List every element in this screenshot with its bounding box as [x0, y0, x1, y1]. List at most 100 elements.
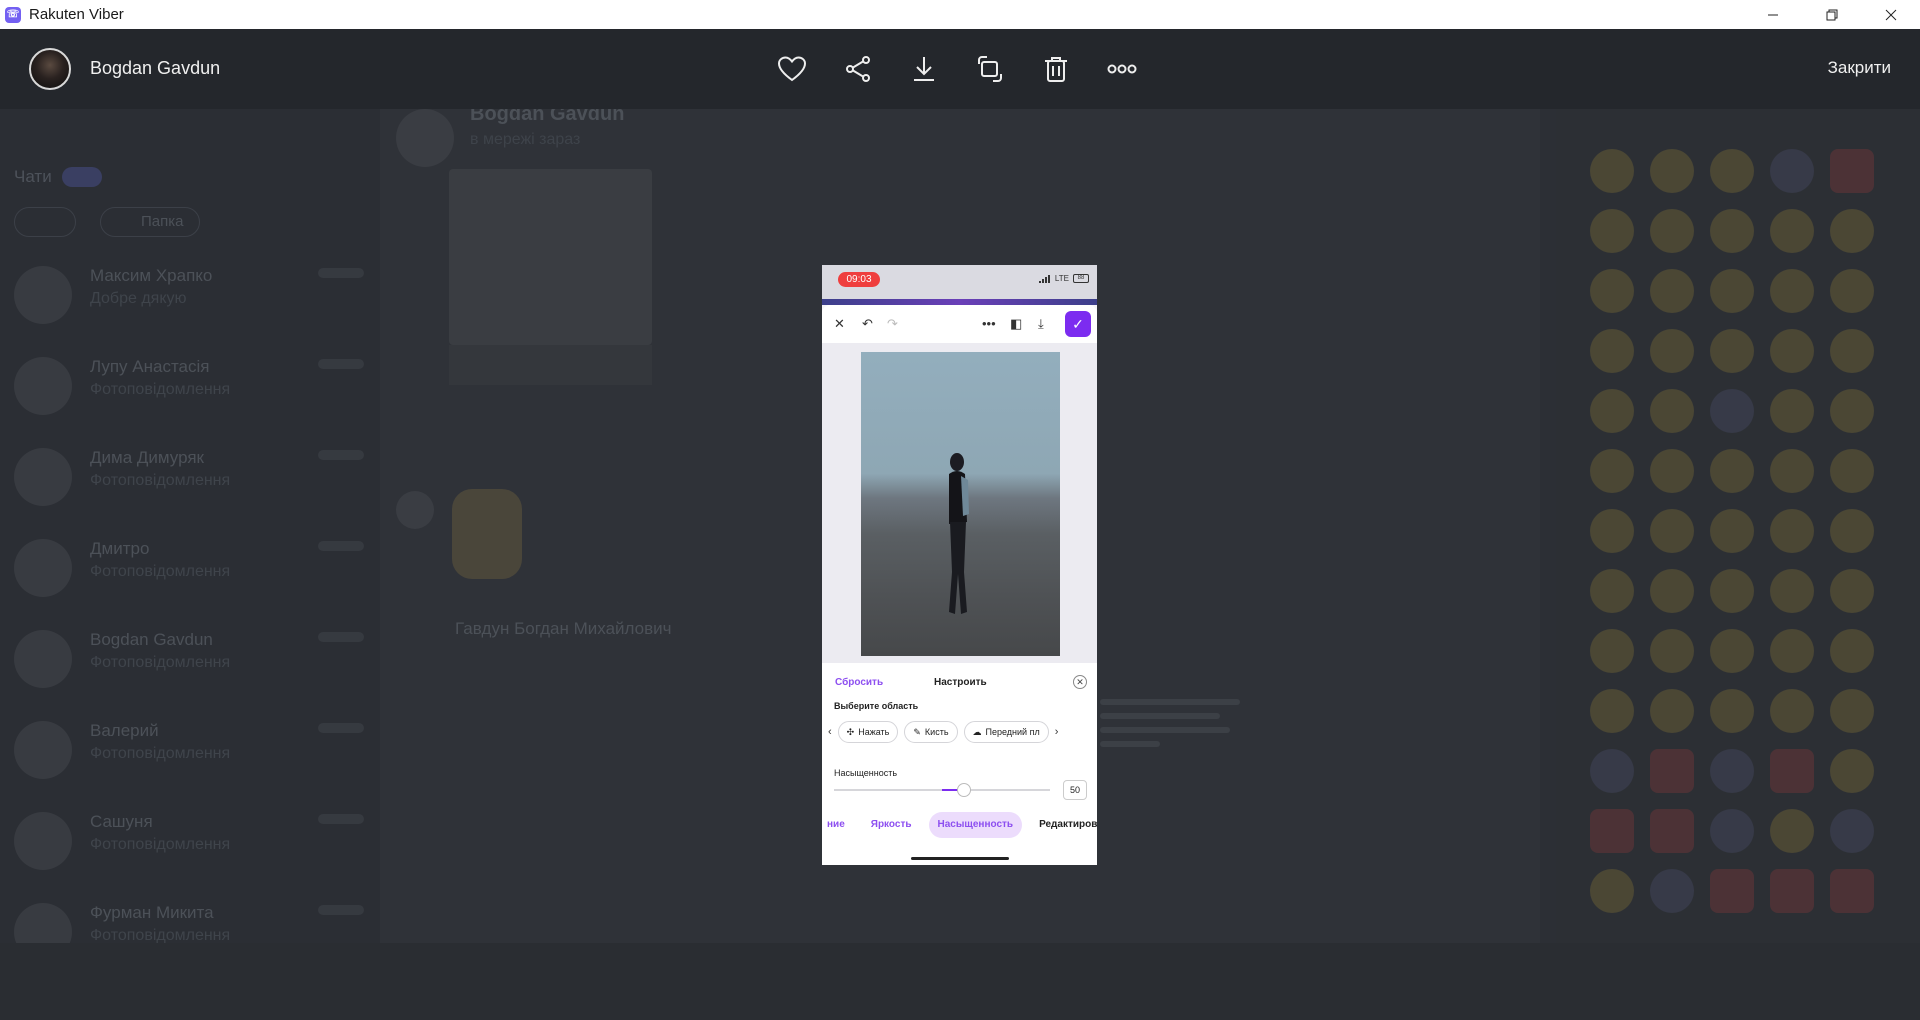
avatar[interactable] [29, 48, 71, 90]
signal-icon [1038, 274, 1050, 283]
unread-badge [62, 167, 102, 187]
network-type: LTE [1054, 274, 1069, 283]
chat-preview: Фотоповідомлення [90, 654, 231, 671]
chip: ☁ Передний пл [963, 721, 1049, 743]
chip: ✎ Кисть [904, 721, 958, 743]
more-button[interactable] [1103, 51, 1141, 87]
avatar [14, 266, 72, 324]
emoji [1830, 209, 1874, 253]
chat-time [318, 814, 364, 824]
tap-icon: ✣ [846, 727, 855, 737]
emoji [1710, 389, 1754, 433]
battery-icon: 88 [1073, 274, 1089, 283]
media-viewer-toolbar: Bogdan Gavdun Закрити [0, 29, 1920, 109]
emoji [1830, 449, 1874, 493]
chat-name: Сашуня [90, 812, 153, 831]
minimize-icon [1767, 14, 1778, 15]
avatar [14, 812, 72, 870]
chat-name: Дима Димуряк [90, 448, 204, 467]
redo-icon: ↷ [887, 316, 898, 331]
heart-emoji [1710, 869, 1754, 913]
chat-preview: Фотоповідомлення [90, 381, 231, 398]
delete-button[interactable] [1037, 51, 1075, 87]
emoji [1770, 449, 1814, 493]
rotate-icon [978, 56, 1002, 82]
heart-emoji [1650, 869, 1694, 913]
share-icon [846, 56, 870, 82]
emoji [1710, 749, 1754, 793]
chat-row: Сашуня Фотоповідомлення [14, 800, 364, 880]
chat-name: Лупу Анастасія [90, 357, 210, 376]
heart-emoji [1770, 809, 1814, 853]
chat-row: Дима Димуряк Фотоповідомлення [14, 436, 364, 516]
chevron-right-icon: › [1054, 726, 1059, 738]
chevron-left-icon: ‹ [828, 726, 832, 738]
emoji [1770, 149, 1814, 193]
rotate-button[interactable] [971, 51, 1009, 87]
chat-name: Валерий [90, 721, 159, 740]
viber-logo-icon: ☏ [5, 6, 21, 23]
chip-label: Кисть [924, 727, 949, 737]
download-button[interactable] [905, 51, 943, 87]
sender-name: Гавдун Богдан Михайлович [455, 619, 672, 638]
viewer-actions [773, 51, 1141, 87]
close-viewer-button[interactable]: Закрити [1828, 58, 1891, 78]
chat-time [318, 723, 364, 733]
like-button[interactable] [773, 51, 811, 87]
window-controls [1743, 0, 1920, 29]
reset-label: Сбросить [835, 677, 884, 688]
chat-list-panel: Чати Папка Максим Храпко Добре дякую Лупу… [0, 109, 380, 943]
emoji [1770, 329, 1814, 373]
avatar [14, 357, 72, 415]
emoji [1710, 149, 1754, 193]
thumbs-up-sticker [452, 489, 522, 579]
tab-brightness: Яркость [870, 819, 912, 830]
emoji [1830, 329, 1874, 373]
emoji [1770, 269, 1814, 313]
emoji [1710, 449, 1754, 493]
emoji [1770, 749, 1814, 793]
restore-button[interactable] [1802, 0, 1861, 29]
emoji [1770, 389, 1814, 433]
chat-row: Дмитро Фотоповідомлення [14, 527, 364, 607]
close-window-button[interactable] [1861, 0, 1920, 29]
emoji [1830, 509, 1874, 553]
contact-name[interactable]: Bogdan Gavdun [90, 58, 220, 79]
trash-icon [1045, 57, 1067, 82]
folder-pill: Папка [100, 207, 200, 237]
close-icon [1885, 9, 1896, 20]
adjust-tabs: ние Яркость Насыщенность Редактировать ц [822, 812, 1097, 838]
phone-status-icons: LTE 88 [1038, 274, 1089, 283]
chat-preview: Фотоповідомлення [90, 927, 231, 943]
emoji-grid [1590, 149, 1874, 913]
emoji [1710, 209, 1754, 253]
filter-all-pill [14, 207, 76, 237]
emoji [1710, 689, 1754, 733]
brush-icon: ✎ [913, 727, 921, 737]
emoji [1650, 329, 1694, 373]
emoji [1650, 269, 1694, 313]
emoji [1590, 209, 1634, 253]
conversation-subtitle: в мережі зараз [470, 131, 581, 148]
share-button[interactable] [839, 51, 877, 87]
emoji [1590, 149, 1634, 193]
minimize-button[interactable] [1743, 0, 1802, 29]
chat-time [318, 450, 364, 460]
chat-time [318, 905, 364, 915]
more-icon [1107, 64, 1137, 74]
window-title: Rakuten Viber [29, 6, 124, 23]
panel-title: Настроить [934, 677, 987, 688]
phone-time: 09:03 [838, 272, 880, 287]
download-icon: ⤓ [1038, 316, 1044, 331]
heart-icon [777, 56, 807, 82]
chat-preview: Фотоповідомлення [90, 745, 231, 762]
editor-toolbar: ✕ ↶ ↷ ••• ◧ ⤓ ✓ [822, 305, 1097, 343]
area-chips: ‹ ✣ Нажать ✎ Кисть ☁ Передний пл › [828, 721, 1058, 743]
conversation-avatar [396, 109, 454, 167]
emoji [1590, 389, 1634, 433]
avatar [14, 721, 72, 779]
more-icon: ••• [982, 316, 996, 331]
emoji [1650, 629, 1694, 673]
slider-knob [956, 783, 971, 797]
emoji [1650, 509, 1694, 553]
